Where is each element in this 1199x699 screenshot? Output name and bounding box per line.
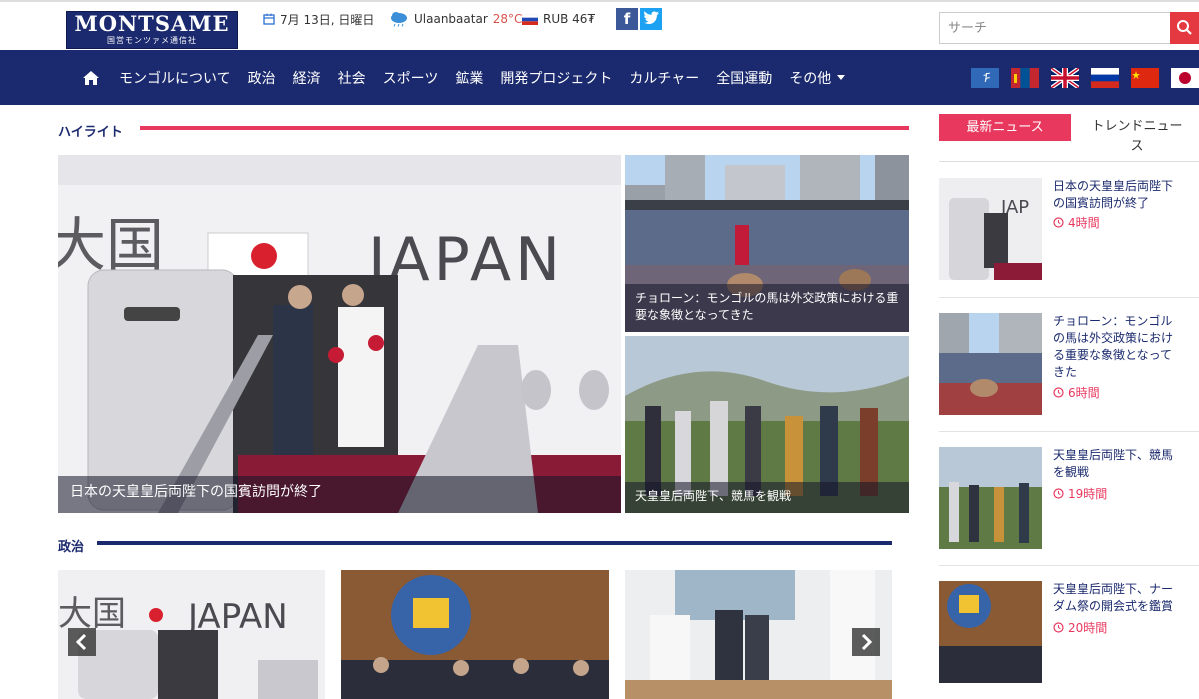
main-nav: モンゴルについて 政治 経済 社会 スポーツ 鉱業 開発プロジェクト カルチャー… [82,50,862,105]
carousel-next-button[interactable] [852,628,880,656]
highlight-main-image: 大国 JAPAN [58,155,621,513]
news-image-2 [939,313,1042,415]
currency-display: RUB 46₮ [522,11,595,27]
nav-more-label: その他 [789,70,832,87]
calendar-icon [263,13,275,25]
politics-article-1[interactable]: 大国 JAPAN [58,570,325,699]
news-divider [939,297,1199,298]
news-tabs: 最新ニュース トレンドニュース [939,114,1199,162]
twitter-icon[interactable] [640,8,662,30]
language-flags: ᠮ [971,68,1199,88]
politics-divider [97,541,892,545]
nav-item-about-mongolia[interactable]: モンゴルについて [119,68,231,88]
clock-icon [1053,622,1064,633]
highlight-section-title: ハイライト [58,125,123,140]
politics-image-2 [341,570,609,699]
news-time-text: 19時間 [1068,487,1108,501]
mongolian-script-flag-icon[interactable]: ᠮ [971,68,999,88]
svg-text:ᠮ: ᠮ [981,72,990,87]
news-image-1: JAP [939,178,1042,280]
city-text: Ulaanbaatar [414,12,488,26]
politics-image-1: 大国 JAPAN [58,570,325,699]
logo-subtitle: 国営モンツァメ通信社 [107,36,197,45]
main-navbar: モンゴルについて 政治 経済 社会 スポーツ 鉱業 開発プロジェクト カルチャー… [0,50,1199,105]
nav-item-mining[interactable]: 鉱業 [455,68,483,88]
search-input[interactable] [939,12,1171,44]
ruble-flag-icon [522,13,538,25]
clock-icon [1053,387,1064,398]
mongolia-flag-icon[interactable] [1011,68,1039,88]
news-title[interactable]: 天皇皇后両陛下、競馬を観戦 [1053,447,1183,481]
date-text: 7月 13日, 日曜日 [280,12,375,27]
date-display: 7月 13日, 日曜日 [263,11,374,27]
uk-flag-icon[interactable] [1051,68,1079,88]
nav-item-economy[interactable]: 経済 [293,68,321,88]
news-time-text: 20時間 [1068,621,1108,635]
news-thumb: JAP [939,178,1042,280]
nav-item-more[interactable]: その他 [789,68,846,88]
logo-text: MONTSAME [74,11,230,36]
news-thumb [939,581,1042,683]
news-divider [939,431,1199,432]
news-thumb [939,313,1042,415]
news-title[interactable]: チョローン：モンゴルの馬は外交政策における重要な象徴となってきた [1053,313,1183,381]
news-time-text: 6時間 [1068,386,1100,400]
site-logo[interactable]: MONTSAME 国営モンツァメ通信社 [66,11,238,49]
nav-item-development-projects[interactable]: 開発プロジェクト [500,68,612,88]
russia-flag-icon[interactable] [1091,68,1119,88]
highlight-side-caption-1: チョローン：モンゴルの馬は外交政策における重要な象徴となってきた [625,284,909,332]
news-time-text: 4時間 [1068,216,1100,230]
highlight-main-caption: 日本の天皇皇后両陛下の国賓訪問が終了 [58,476,621,513]
weather-icon [391,12,407,27]
news-title[interactable]: 日本の天皇皇后両陛下の国賓訪問が終了 [1053,178,1183,212]
search-icon [1177,20,1192,35]
news-title[interactable]: 天皇皇后両陛下、ナーダム祭の開会式を鑑賞 [1053,581,1183,615]
politics-section-title: 政治 [58,540,85,555]
nav-item-society[interactable]: 社会 [338,68,366,88]
clock-icon [1053,488,1064,499]
nav-item-sports[interactable]: スポーツ [383,68,439,88]
carousel-prev-button[interactable] [68,628,96,656]
chevron-down-icon [837,75,846,80]
news-time: 6時間 [1053,384,1100,401]
tab-latest-news[interactable]: 最新ニュース [939,114,1071,141]
search-button[interactable] [1170,12,1199,44]
currency-text: RUB 46₮ [543,12,596,26]
home-icon[interactable] [82,70,100,86]
tab-trend-news[interactable]: トレンドニュース [1087,117,1187,157]
weather-display: Ulaanbaatar 28°C [389,11,522,27]
nav-item-national-movement[interactable]: 全国運動 [716,68,772,88]
highlight-side-caption-2: 天皇皇后両陛下、競馬を観戦 [625,482,909,513]
news-thumb [939,447,1042,549]
china-flag-icon[interactable] [1131,68,1159,88]
japan-flag-icon[interactable] [1171,68,1199,88]
highlight-main-article[interactable]: 大国 JAPAN 日本の天皇皇后両陛下の国賓訪問が終了 [58,155,621,513]
news-image-4 [939,581,1042,683]
highlight-side-article-1[interactable]: チョローン：モンゴルの馬は外交政策における重要な象徴となってきた [625,155,909,332]
news-time: 20時間 [1053,619,1107,636]
chevron-left-icon [75,633,87,651]
temperature-text: 28°C [492,12,523,26]
news-image-3 [939,447,1042,549]
nav-item-politics[interactable]: 政治 [248,68,276,88]
chevron-right-icon [861,633,873,651]
politics-article-2[interactable] [341,570,609,699]
news-time: 19時間 [1053,485,1107,502]
facebook-icon[interactable]: f [616,8,638,30]
clock-icon [1053,217,1064,228]
highlight-divider [140,126,909,130]
svg-text:大国: 大国 [58,211,164,279]
news-divider [939,565,1199,566]
highlight-side-article-2[interactable]: 天皇皇后両陛下、競馬を観戦 [625,336,909,513]
news-time: 4時間 [1053,214,1100,231]
nav-item-culture[interactable]: カルチャー [629,68,699,88]
social-links: f [616,8,662,30]
top-bar: MONTSAME 国営モンツァメ通信社 7月 13日, 日曜日 Ulaanbaa… [0,0,1199,50]
